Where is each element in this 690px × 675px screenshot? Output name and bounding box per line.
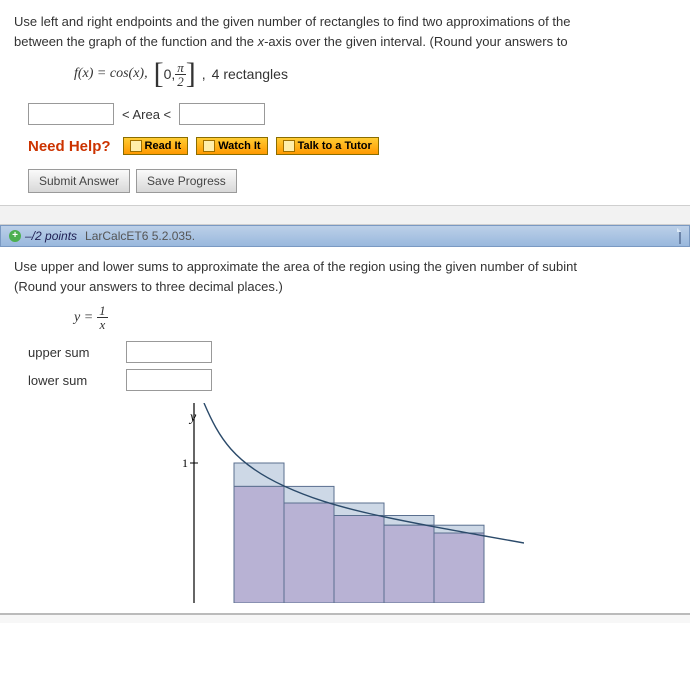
- right-endpoint-input[interactable]: [179, 103, 265, 125]
- notes-icon[interactable]: [679, 228, 681, 244]
- q1-prompt-line2b: -axis over the given interval. (Round yo…: [264, 34, 567, 49]
- lower-sum-row: lower sum: [28, 369, 676, 391]
- frac2-num: 1: [97, 304, 108, 318]
- pi-over-2: π 2: [175, 61, 186, 88]
- talk-tutor-button[interactable]: Talk to a Tutor: [276, 137, 379, 155]
- watch-icon: [203, 140, 215, 152]
- tutor-icon: [283, 140, 295, 152]
- q2-points: –/2 points: [25, 229, 77, 243]
- lower-sum-input[interactable]: [126, 369, 212, 391]
- q2-prompt-line2: (Round your answers to three decimal pla…: [14, 279, 283, 294]
- one-over-x: 1 x: [97, 304, 108, 331]
- frac-den: 2: [175, 75, 186, 88]
- need-help-label: Need Help?: [28, 138, 111, 155]
- q1-prompt: Use left and right endpoints and the giv…: [14, 12, 676, 51]
- submit-row: Submit Answer Save Progress: [28, 169, 676, 193]
- interval-bracket: [ 0, π 2 ]: [154, 59, 196, 89]
- frac2-den: x: [98, 318, 108, 331]
- left-bracket-icon: [: [154, 59, 164, 89]
- read-icon: [130, 140, 142, 152]
- upper-sum-row: upper sum: [28, 341, 676, 363]
- expand-icon[interactable]: +: [9, 230, 21, 242]
- y-axis-label: y: [188, 410, 197, 425]
- watch-it-button[interactable]: Watch It: [196, 137, 267, 155]
- q2-header-bar: + –/2 points LarCalcET6 5.2.035.: [0, 225, 690, 247]
- help-row: Need Help? Read It Watch It Talk to a Tu…: [28, 137, 676, 155]
- talk-tutor-label: Talk to a Tutor: [298, 140, 372, 152]
- q1-prompt-line2a: between the graph of the function and th…: [14, 34, 258, 49]
- read-it-button[interactable]: Read It: [123, 137, 189, 155]
- q2-prompt-line1: Use upper and lower sums to approximate …: [14, 259, 577, 274]
- lower-sum-label: lower sum: [28, 373, 108, 388]
- upper-sum-label: upper sum: [28, 345, 108, 360]
- submit-answer-button[interactable]: Submit Answer: [28, 169, 130, 193]
- right-bracket-icon: ]: [186, 59, 196, 89]
- bars: [234, 463, 484, 603]
- left-endpoint-input[interactable]: [28, 103, 114, 125]
- read-it-label: Read It: [145, 140, 182, 152]
- riemann-chart: 1 y: [164, 403, 524, 603]
- rect-count: 4 rectangles: [212, 66, 288, 82]
- fx-lhs: f(x) = cos(x),: [74, 66, 148, 82]
- page-footer-divider: [0, 613, 690, 623]
- question-divider: [0, 205, 690, 225]
- q1-answer-row: < Area <: [28, 103, 676, 125]
- frac-num: π: [175, 61, 186, 75]
- tick-1: 1: [182, 456, 188, 470]
- q2-ref: LarCalcET6 5.2.035.: [85, 229, 195, 243]
- interval-zero: 0,: [164, 66, 176, 82]
- q2-prompt: Use upper and lower sums to approximate …: [14, 257, 676, 296]
- q1-equation: f(x) = cos(x), [ 0, π 2 ] , 4 rectangles: [74, 59, 676, 89]
- save-progress-button[interactable]: Save Progress: [136, 169, 237, 193]
- area-label: < Area <: [122, 107, 171, 122]
- upper-sum-input[interactable]: [126, 341, 212, 363]
- q2-equation: y = 1 x: [74, 304, 676, 331]
- eq2-lhs: y =: [74, 310, 93, 326]
- q1-prompt-line1: Use left and right endpoints and the giv…: [14, 14, 570, 29]
- watch-it-label: Watch It: [218, 140, 260, 152]
